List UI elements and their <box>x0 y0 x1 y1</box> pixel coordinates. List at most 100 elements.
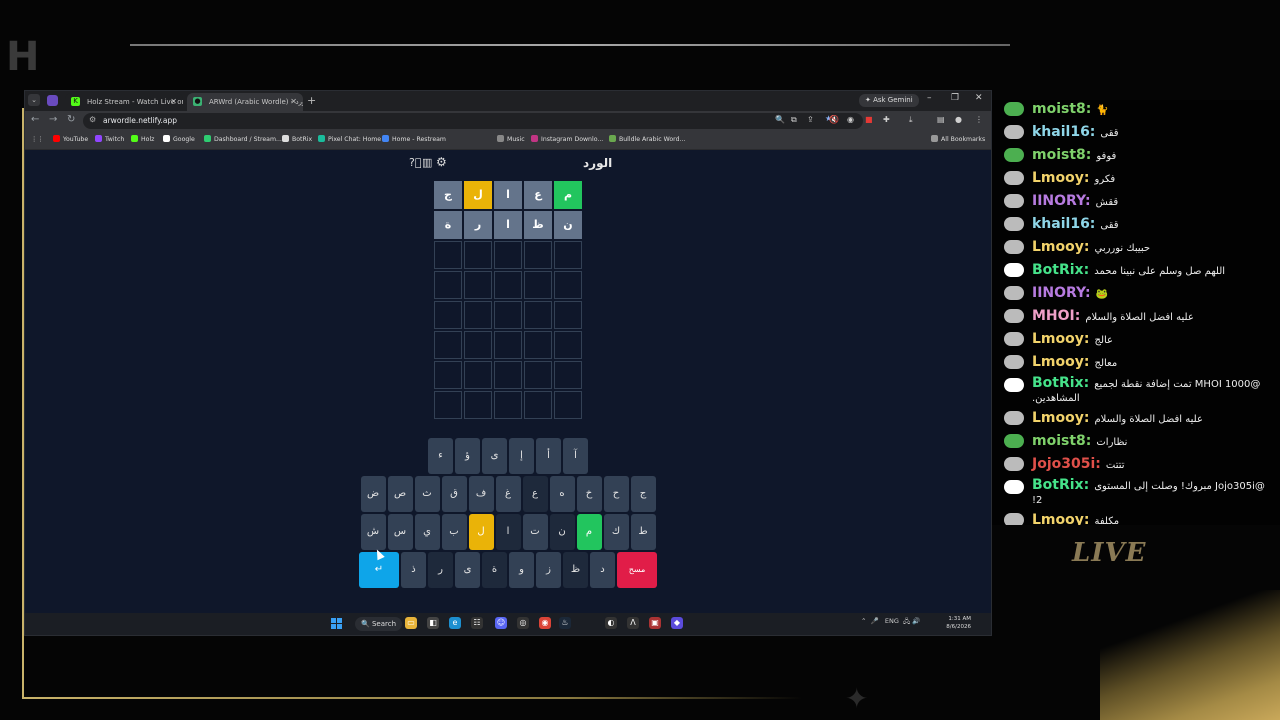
chat-username[interactable]: MHOI: <box>1032 308 1080 324</box>
apps-grid-icon[interactable]: ⋮⋮ <box>31 134 43 146</box>
key-و[interactable]: و <box>509 552 534 588</box>
store-icon[interactable]: ◧ <box>427 617 439 629</box>
app-icon[interactable]: ▣ <box>649 617 661 629</box>
key-ح[interactable]: ح <box>603 476 629 512</box>
extension-icon[interactable]: ◉ <box>847 115 854 124</box>
close-window-button[interactable]: ✕ <box>975 93 983 103</box>
menu-kebab-icon[interactable]: ⋮ <box>975 115 983 124</box>
profile-avatar-icon[interactable]: ● <box>955 115 962 124</box>
stats-icon[interactable]: ▥ <box>422 156 432 169</box>
mute-icon[interactable]: 🔇 <box>829 115 839 124</box>
reload-icon[interactable]: ↻ <box>67 114 75 125</box>
ask-gemini-button[interactable]: ✦ Ask Gemini <box>859 94 919 107</box>
file-explorer-icon[interactable]: ▭ <box>405 617 417 629</box>
bookmark-restream[interactable]: Home - Restream <box>382 134 446 146</box>
key-ط[interactable]: ط <box>630 514 656 550</box>
chat-username[interactable]: khail16: <box>1032 216 1095 232</box>
new-tab-button[interactable]: + <box>307 94 316 107</box>
obs-icon[interactable]: ◎ <box>517 617 529 629</box>
key-ى[interactable]: ى <box>482 438 507 474</box>
chat-username[interactable]: Lmooy: <box>1032 354 1089 370</box>
install-app-icon[interactable]: ⧉ <box>791 115 797 125</box>
windows-start-icon[interactable] <box>331 618 342 629</box>
key-ؤ[interactable]: ؤ <box>455 438 480 474</box>
download-icon[interactable]: ⤓ <box>909 115 913 125</box>
key-ء[interactable]: ء <box>428 438 453 474</box>
key-ي[interactable]: ي <box>414 514 440 550</box>
extensions-puzzle-icon[interactable]: ✚ <box>883 115 890 124</box>
app-icon[interactable]: ◐ <box>605 617 617 629</box>
chat-username[interactable]: Jojo305i: <box>1032 456 1101 472</box>
key-إ[interactable]: إ <box>509 438 534 474</box>
key-د[interactable]: د <box>590 552 615 588</box>
steam-icon[interactable]: ♨ <box>559 617 571 629</box>
chat-username[interactable]: moist8: <box>1032 433 1091 449</box>
bookmark-pixel-chat[interactable]: Pixel Chat: Home <box>318 134 381 146</box>
tab-holz-stream[interactable]: K Holz Stream - Watch Live on K ✕ <box>65 93 183 111</box>
taskbar-clock[interactable]: 1:31 AM 8/6/2026 <box>943 615 971 631</box>
address-bar[interactable]: ⚙ arwordle.netlify.app 🔍 ⧉ ⇪ ★ <box>83 113 863 129</box>
chat-username[interactable]: BotRix: <box>1032 477 1089 493</box>
bookmark-google[interactable]: Google <box>163 134 195 146</box>
maximize-button[interactable]: ❐ <box>951 93 959 103</box>
chat-username[interactable]: khail16: <box>1032 124 1095 140</box>
key-ج[interactable]: ج <box>630 476 656 512</box>
close-tab-icon[interactable]: ✕ <box>290 93 297 111</box>
key-ا[interactable]: ا <box>495 514 521 550</box>
bookmark-bulldle[interactable]: Bulldle Arabic Word... <box>609 134 685 146</box>
tab-search-button[interactable]: ⌄ <box>28 94 40 106</box>
key-ى[interactable]: ى <box>455 552 480 588</box>
key-ق[interactable]: ق <box>441 476 467 512</box>
app-icon[interactable]: ◆ <box>671 617 683 629</box>
key-ر[interactable]: ر <box>428 552 453 588</box>
record-extension-icon[interactable]: ■ <box>865 115 873 124</box>
minimize-button[interactable]: – <box>927 93 932 103</box>
key-آ[interactable]: آ <box>563 438 588 474</box>
key-م[interactable]: م <box>576 514 602 550</box>
discord-icon[interactable]: ☺ <box>495 617 507 629</box>
forward-arrow-icon[interactable]: → <box>49 114 57 125</box>
chrome-icon[interactable]: ◉ <box>539 617 551 629</box>
key-ظ[interactable]: ظ <box>563 552 588 588</box>
key-ذ[interactable]: ذ <box>401 552 426 588</box>
chat-username[interactable]: IINORY: <box>1032 285 1091 301</box>
chat-username[interactable]: Lmooy: <box>1032 170 1089 186</box>
bookmark-dashboard[interactable]: Dashboard / Stream... <box>204 134 282 146</box>
app-icon[interactable]: ☷ <box>471 617 483 629</box>
back-arrow-icon[interactable]: ← <box>31 114 39 125</box>
tab-arwordle[interactable]: ● ARWrd (Arabic Wordle) - الورد ✕ <box>187 93 303 111</box>
key-ه[interactable]: ه <box>549 476 575 512</box>
edge-icon[interactable]: e <box>449 617 461 629</box>
site-info-icon[interactable]: ⚙ <box>89 115 96 124</box>
bookmark-twitch[interactable]: Twitch <box>95 134 124 146</box>
key-غ[interactable]: غ <box>495 476 521 512</box>
key-ك[interactable]: ك <box>603 514 629 550</box>
share-icon[interactable]: ⇪ <box>807 115 814 124</box>
sidebar-icon[interactable]: ▤ <box>937 115 945 124</box>
system-tray[interactable]: ⌃ 🎤 ENG 🖧 🔊 <box>861 617 920 628</box>
app-icon[interactable]: Λ <box>627 617 639 629</box>
help-icon[interactable]: ?⃝ <box>409 156 421 169</box>
key-ص[interactable]: ص <box>387 476 413 512</box>
close-tab-icon[interactable]: ✕ <box>170 93 177 111</box>
settings-gear-icon[interactable]: ⚙ <box>436 155 447 169</box>
chat-username[interactable]: Lmooy: <box>1032 410 1089 426</box>
taskbar-search[interactable]: 🔍 Search <box>355 617 403 631</box>
all-bookmarks[interactable]: All Bookmarks <box>931 134 985 146</box>
bookmark-botrix[interactable]: BotRix <box>282 134 312 146</box>
key-ل[interactable]: ل <box>468 514 494 550</box>
chat-username[interactable]: moist8: <box>1032 101 1091 117</box>
key-ن[interactable]: ن <box>549 514 575 550</box>
bookmark-music[interactable]: Music <box>497 134 525 146</box>
key-ش[interactable]: ش <box>360 514 386 550</box>
chat-username[interactable]: Lmooy: <box>1032 331 1089 347</box>
key-ة[interactable]: ة <box>482 552 507 588</box>
chat-username[interactable]: IINORY: <box>1032 193 1091 209</box>
key-أ[interactable]: أ <box>536 438 561 474</box>
bookmark-instagram[interactable]: Instagram Downlo... <box>531 134 603 146</box>
key-ز[interactable]: ز <box>536 552 561 588</box>
chat-username[interactable]: Lmooy: <box>1032 239 1089 255</box>
chat-username[interactable]: moist8: <box>1032 147 1091 163</box>
key-ب[interactable]: ب <box>441 514 467 550</box>
pinned-tab[interactable] <box>47 95 58 106</box>
